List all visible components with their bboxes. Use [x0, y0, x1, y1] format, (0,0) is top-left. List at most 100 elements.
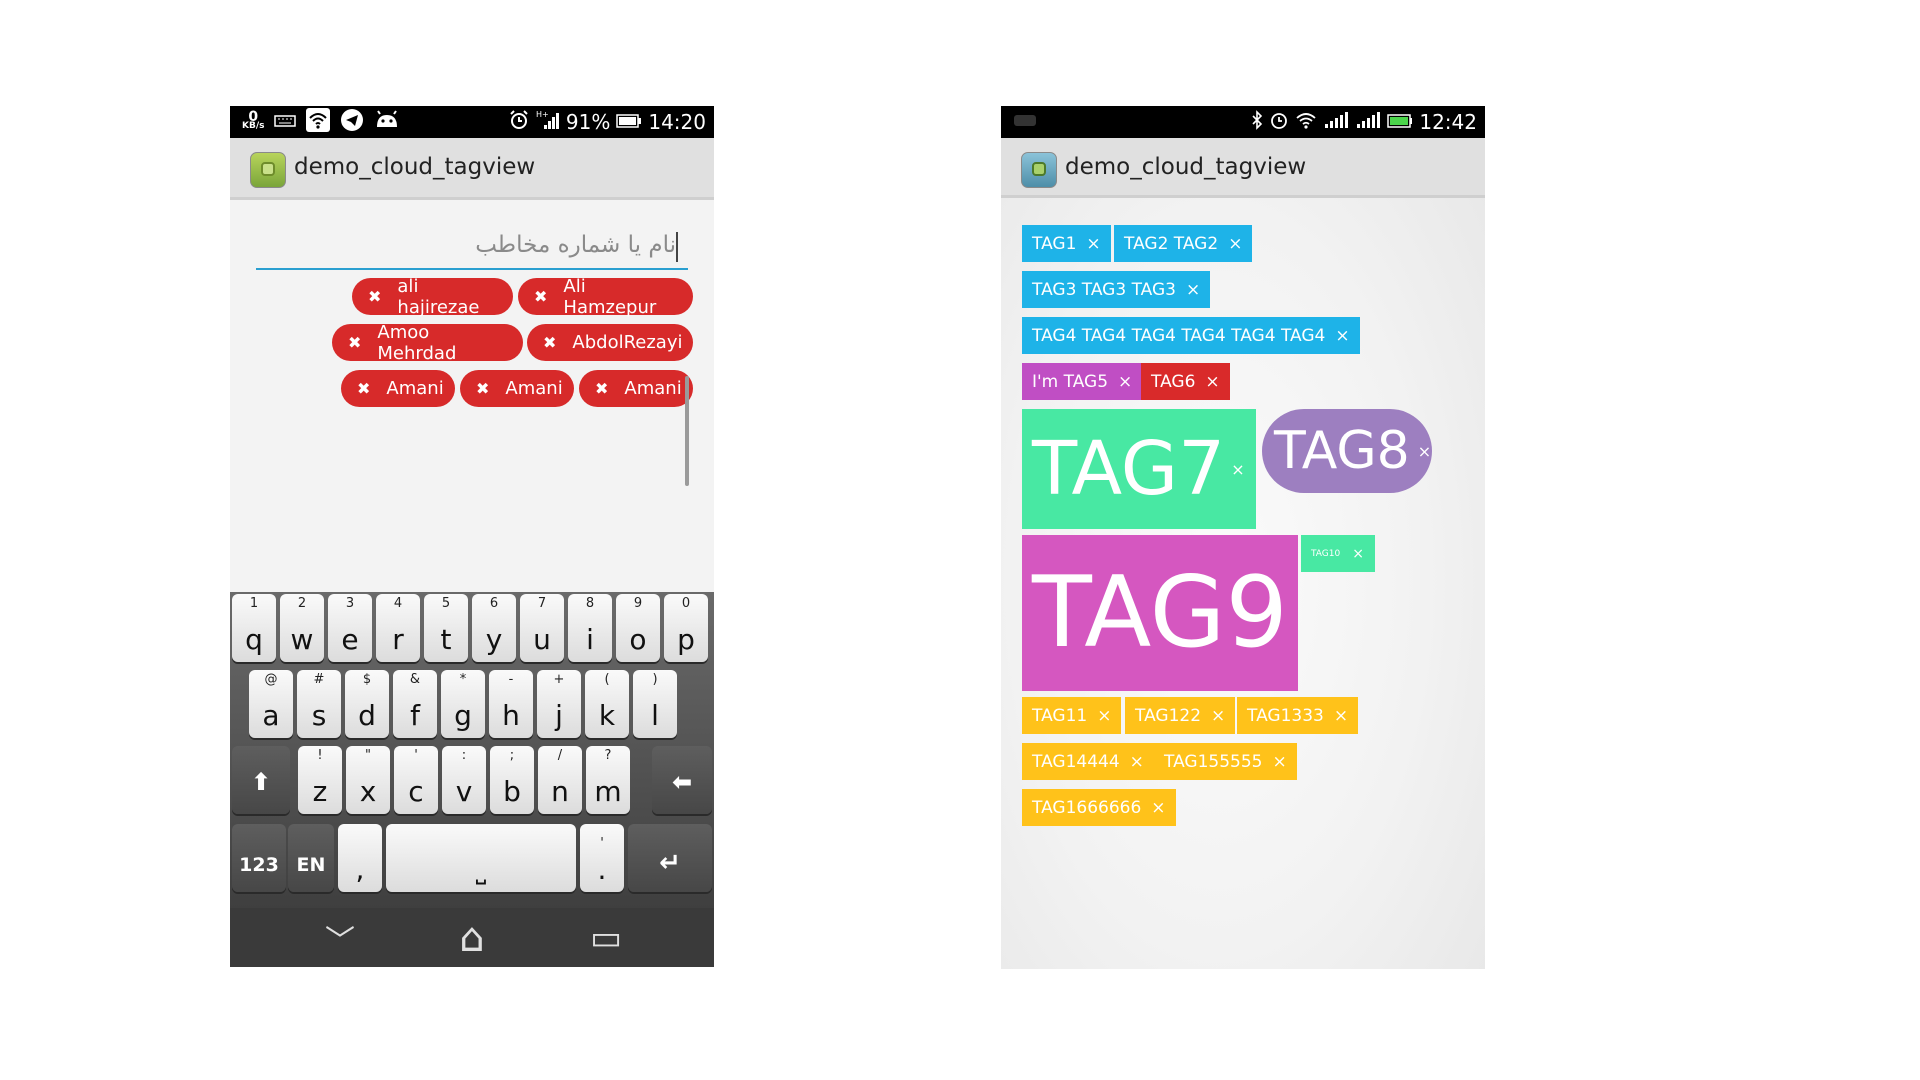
key-t[interactable]: 5t [424, 594, 468, 662]
key-a[interactable]: @ a [249, 670, 293, 738]
key-e[interactable]: 3e [328, 594, 372, 662]
app-icon[interactable] [1021, 152, 1057, 188]
key-label: k [598, 699, 616, 732]
remove-chip-icon[interactable]: ✖ [348, 333, 361, 352]
period-key[interactable]: ' . [580, 824, 624, 892]
tag[interactable]: TAG11 × [1022, 697, 1122, 734]
key-hint: : [461, 748, 467, 763]
key-s[interactable]: # s [297, 670, 341, 738]
key-label: j [555, 699, 563, 732]
space-key[interactable]: ⎵ [386, 824, 576, 892]
remove-tag-icon[interactable]: × [1086, 234, 1100, 254]
key-n[interactable]: / n [538, 746, 582, 814]
tag[interactable]: TAG9 [1022, 535, 1298, 691]
shift-key[interactable]: ⬆ [232, 746, 290, 814]
tag[interactable]: TAG1333 × [1237, 697, 1359, 734]
key-c[interactable]: ' c [394, 746, 438, 814]
key-w[interactable]: 2w [280, 594, 324, 662]
left-phone-screen: 0 KB/s H+ 91% 14:20 demo_cloud_tagview ن… [230, 106, 714, 967]
remove-tag-icon[interactable]: × [1335, 326, 1349, 346]
app-icon[interactable] [250, 152, 286, 188]
key-i[interactable]: 8i [568, 594, 612, 662]
android-icon [374, 109, 400, 135]
remove-tag-icon[interactable]: × [1186, 280, 1200, 300]
tag[interactable]: TAG8 × [1262, 409, 1432, 493]
key-hint: 4 [393, 596, 403, 611]
remove-tag-icon[interactable]: × [1211, 706, 1225, 726]
tag[interactable]: TAG155555 × [1154, 743, 1297, 780]
tag[interactable]: TAG1 × [1022, 225, 1111, 262]
back-button[interactable]: ﹀ [310, 918, 370, 959]
tag[interactable]: TAG4 TAG4 TAG4 TAG4 TAG4 TAG4 × [1022, 317, 1360, 354]
tag[interactable]: TAG10 × [1301, 535, 1375, 572]
tag[interactable]: TAG6 × [1141, 363, 1230, 400]
key-g[interactable]: * g [441, 670, 485, 738]
contact-chip[interactable]: ✖ Amani [579, 370, 693, 407]
key-b[interactable]: ; b [490, 746, 534, 814]
chip-label: AbdolRezayi [572, 332, 683, 353]
numbers-key-label: 123 [239, 854, 279, 876]
key-y[interactable]: 6y [472, 594, 516, 662]
remove-tag-icon[interactable]: × [1334, 706, 1348, 726]
key-p[interactable]: 0p [664, 594, 708, 662]
key-k[interactable]: (k [585, 670, 629, 738]
contact-search-input[interactable]: نام یا شماره مخاطب [256, 228, 688, 270]
key-v[interactable]: :v [442, 746, 486, 814]
telegram-icon [340, 108, 364, 136]
key-l[interactable]: ) l [633, 670, 677, 738]
contact-chip[interactable]: ✖ AbdolRezayi [527, 324, 693, 361]
tag[interactable]: TAG3 TAG3 TAG3 × [1022, 271, 1211, 308]
remove-tag-icon[interactable]: × [1130, 752, 1144, 772]
key-o[interactable]: 9o [616, 594, 660, 662]
contact-chip[interactable]: ✖ Amoo Mehrdad [332, 322, 523, 364]
key-m[interactable]: ? m [586, 746, 630, 814]
key-r[interactable]: 4r [376, 594, 420, 662]
key-h[interactable]: -h [489, 670, 533, 738]
key-label: v [455, 775, 473, 808]
tag-label: TAG122 [1135, 705, 1202, 726]
remove-tag-icon[interactable]: × [1418, 442, 1431, 461]
key-x[interactable]: " x [346, 746, 390, 814]
contact-chip[interactable]: ✖ Ali Hamzepur [518, 275, 693, 318]
tag[interactable]: TAG7 × [1022, 409, 1256, 529]
remove-tag-icon[interactable]: × [1118, 372, 1132, 392]
remove-tag-icon[interactable]: × [1151, 798, 1165, 818]
remove-chip-icon[interactable]: ✖ [543, 333, 556, 352]
remove-tag-icon[interactable]: × [1097, 706, 1111, 726]
tag[interactable]: TAG14444 × [1022, 743, 1154, 780]
home-button[interactable]: ⌂ [442, 915, 502, 961]
remove-chip-icon[interactable]: ✖ [368, 287, 381, 306]
chip-list-scrollbar[interactable] [685, 376, 689, 486]
key-d[interactable]: $ d [345, 670, 389, 738]
tag[interactable]: TAG1666666 × [1022, 789, 1176, 826]
enter-key[interactable]: ↵ [628, 824, 712, 892]
numbers-key[interactable]: 123 [232, 824, 286, 892]
contact-chip[interactable]: ✖ ali hajirezae [352, 276, 513, 318]
comma-key[interactable]: , [338, 824, 382, 892]
remove-tag-icon[interactable]: × [1231, 460, 1244, 479]
remove-chip-icon[interactable]: ✖ [595, 379, 608, 398]
remove-tag-icon[interactable]: × [1352, 546, 1364, 562]
contact-chip[interactable]: ✖ Amani [460, 370, 574, 407]
key-q[interactable]: 1q [232, 594, 276, 662]
key-f[interactable]: & f [393, 670, 437, 738]
remove-chip-icon[interactable]: ✖ [476, 379, 489, 398]
backspace-key[interactable]: ⬅ [652, 746, 712, 814]
key-z[interactable]: ! z [298, 746, 342, 814]
contact-chip[interactable]: ✖ Amani [341, 370, 455, 407]
tag[interactable]: I'm TAG5 × [1022, 363, 1143, 400]
remove-tag-icon[interactable]: × [1228, 234, 1242, 254]
remove-tag-icon[interactable]: × [1272, 752, 1286, 772]
remove-chip-icon[interactable]: ✖ [357, 379, 370, 398]
chip-label: Ali Hamzepur [563, 275, 657, 318]
remove-tag-icon[interactable]: × [1205, 372, 1219, 392]
key-j[interactable]: + j [537, 670, 581, 738]
language-key[interactable]: EN [288, 824, 334, 892]
key-u[interactable]: 7u [520, 594, 564, 662]
recent-apps-button[interactable]: ▭ [576, 918, 636, 958]
tag[interactable]: TAG122 × [1125, 697, 1236, 734]
key-hint: $ [362, 672, 372, 687]
tag[interactable]: TAG2 TAG2 × [1114, 225, 1253, 262]
status-right-icons: 12:42 [1251, 106, 1477, 138]
remove-chip-icon[interactable]: ✖ [534, 287, 547, 306]
